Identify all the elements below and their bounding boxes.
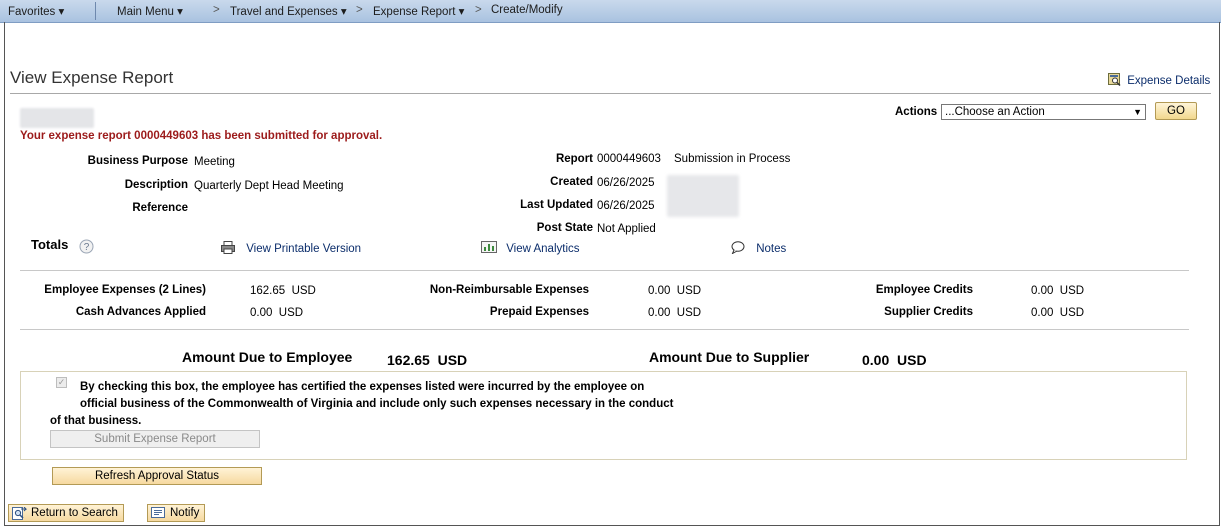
certification-line-2: official business of the Commonwealth of… [80,398,674,410]
report-id-value: 0000449603 [597,153,661,165]
created-value: 06/26/2025 [597,177,655,189]
description-label: Description [124,179,188,191]
submission-message: Your expense report 0000449603 has been … [20,130,383,142]
non-reimbursable-amount: 0.00 USD [648,285,702,297]
analytics-chart-icon [481,241,497,253]
search-return-icon [12,507,27,520]
report-status-value: Submission in Process [674,153,791,165]
business-purpose-label: Business Purpose [87,155,188,167]
actions-dropdown[interactable]: ...Choose an Action ▼ [941,104,1146,120]
prepaid-expenses-amount: 0.00 USD [648,307,702,319]
notes-link[interactable]: Notes [731,241,786,255]
redacted-employee-name [20,108,94,128]
employee-expenses-amount: 162.65 USD [250,285,316,297]
speech-bubble-icon [731,241,745,255]
totals-top-divider [20,270,1189,271]
magnifier-page-icon [1108,73,1121,87]
employee-credits-amount: 0.00 USD [1031,285,1085,297]
return-to-search-button[interactable]: Return to Search [8,504,124,522]
actions-label: Actions [895,106,938,118]
breadcrumb-separator: > [475,4,482,16]
post-state-label: Post State [536,222,593,234]
refresh-approval-status-button[interactable]: Refresh Approval Status [52,467,262,485]
notify-button[interactable]: Notify [147,504,206,522]
created-label: Created [550,176,593,188]
description-value: Quarterly Dept Head Meeting [194,180,344,192]
main-menu-label: Main Menu [117,6,174,18]
return-to-search-label: Return to Search [31,507,118,519]
page-title: View Expense Report [10,68,174,87]
certification-line-3: of that business. [50,415,142,427]
nav-divider [95,2,96,20]
business-purpose-value: Meeting [194,156,235,168]
breadcrumb-travel-label: Travel and Expenses [230,6,338,18]
breadcrumb-expense-report[interactable]: Expense Report ▾ [373,4,464,18]
certification-line-1: By checking this box, the employee has c… [80,381,645,393]
amount-due-employee-label: Amount Due to Employee [182,349,353,365]
breadcrumb-create-modify-label: Create/Modify [491,4,563,16]
breadcrumb-create-modify[interactable]: Create/Modify [491,4,563,16]
help-icon[interactable]: ? [79,239,94,254]
breadcrumb-separator: > [213,4,220,16]
supplier-credits-label: Supplier Credits [884,306,973,318]
notify-envelope-icon [151,507,165,518]
expense-details-link[interactable]: Expense Details [1108,73,1210,87]
favorites-label: Favorites [8,6,56,18]
view-printable-version-link[interactable]: View Printable Version [221,241,361,255]
breadcrumb-travel-and-expenses[interactable]: Travel and Expenses ▾ [230,4,347,18]
title-divider [10,93,1211,94]
last-updated-label: Last Updated [520,199,593,211]
supplier-credits-amount: 0.00 USD [1031,307,1085,319]
main-menu[interactable]: Main Menu ▾ [117,4,183,18]
breadcrumb-expense-report-label: Expense Report [373,6,456,18]
employee-expenses-label: Employee Expenses (2 Lines) [44,284,206,296]
redacted-user-info [667,175,739,217]
submit-expense-report-button[interactable]: Submit Expense Report [50,430,260,448]
view-analytics-label: View Analytics [506,243,580,255]
certification-checkbox[interactable]: ✓ [56,377,67,388]
caret-down-icon: ▾ [177,6,183,18]
last-updated-value: 06/26/2025 [597,200,655,212]
go-button[interactable]: GO [1155,102,1197,120]
caret-down-icon: ▾ [58,6,65,18]
printer-icon [221,241,235,254]
amount-due-employee-value: 162.65 USD [387,352,468,368]
view-analytics-link[interactable]: View Analytics [481,241,580,255]
svg-text:?: ? [84,242,90,253]
amount-due-supplier-value: 0.00 USD [862,352,927,368]
breadcrumb-separator: > [356,4,363,16]
notify-label: Notify [170,507,200,519]
amount-due-supplier-label: Amount Due to Supplier [649,349,810,365]
favorites-menu[interactable]: Favorites ▾ [8,4,64,18]
caret-down-icon: ▾ [340,6,347,18]
actions-selected-value: ...Choose an Action [945,106,1045,118]
caret-down-icon: ▾ [458,6,465,18]
cash-advances-label: Cash Advances Applied [75,306,206,318]
notes-label: Notes [756,243,787,255]
reference-label: Reference [132,202,188,214]
navigation-bar: Favorites ▾ Main Menu ▾ > Travel and Exp… [0,0,1221,23]
totals-bottom-divider [20,329,1189,330]
employee-credits-label: Employee Credits [875,284,973,296]
cash-advances-amount: 0.00 USD [250,307,304,319]
expense-details-label: Expense Details [1127,75,1211,87]
totals-label: Totals [31,237,69,252]
report-label: Report [555,153,593,165]
non-reimbursable-label: Non-Reimbursable Expenses [429,284,589,296]
chevron-down-icon: ▼ [1133,107,1142,117]
post-state-value: Not Applied [597,223,656,235]
certification-text: By checking this box, the employee has c… [50,379,680,427]
prepaid-expenses-label: Prepaid Expenses [489,306,589,318]
view-printable-version-label: View Printable Version [246,243,362,255]
